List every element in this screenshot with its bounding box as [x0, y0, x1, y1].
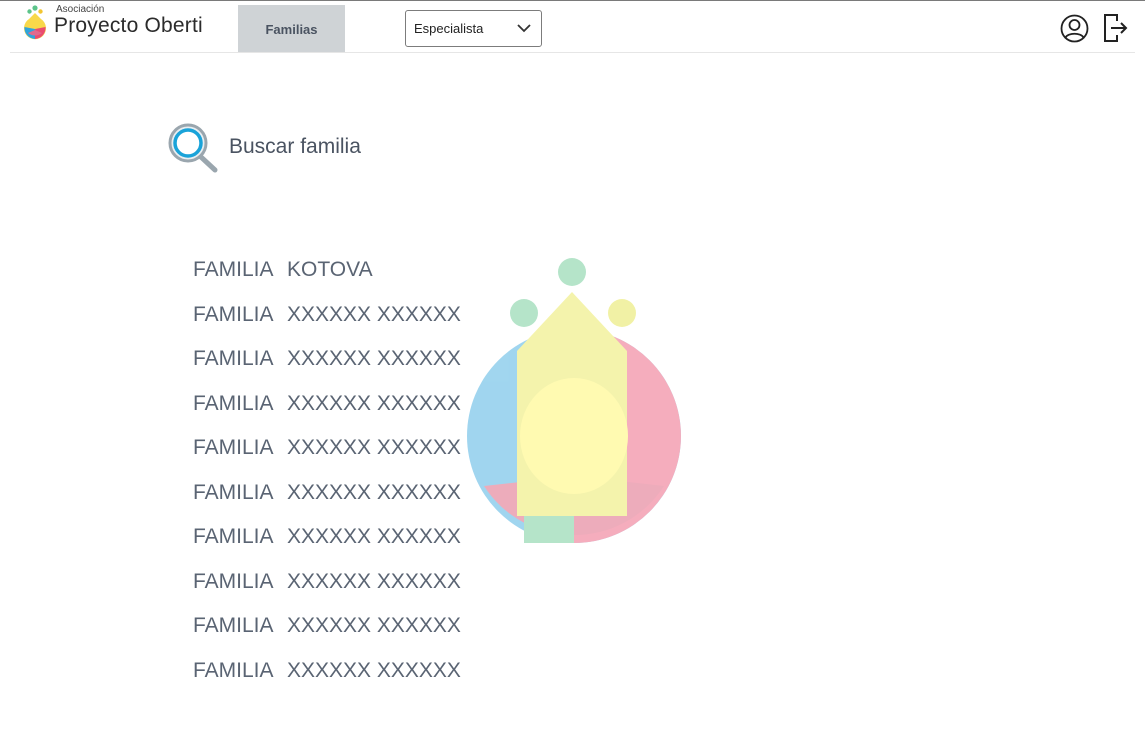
family-item[interactable]: FAMILIA XXXXXX XXXXXX — [193, 515, 461, 560]
family-name: XXXXXX XXXXXX — [287, 569, 461, 593]
family-name: XXXXXX XXXXXX — [287, 614, 461, 638]
family-prefix: FAMILIA — [193, 525, 274, 549]
header-divider — [10, 52, 1135, 53]
family-prefix: FAMILIA — [193, 258, 274, 282]
family-list: FAMILIA KOTOVA FAMILIA XXXXXX XXXXXX FAM… — [193, 248, 461, 693]
logo-title: Proyecto Oberti — [54, 14, 203, 37]
app-header: Asociación Proyecto Oberti Familias Espe… — [0, 1, 1145, 53]
search-family[interactable]: Buscar familia — [166, 120, 426, 174]
magnifier-icon — [168, 123, 218, 173]
logo-watermark-icon — [467, 258, 681, 543]
family-prefix: FAMILIA — [193, 436, 274, 460]
family-item[interactable]: FAMILIA XXXXXX XXXXXX — [193, 560, 461, 605]
logo-drop-icon — [24, 5, 47, 40]
role-select[interactable]: Especialista — [405, 10, 542, 47]
family-name: XXXXXX XXXXXX — [287, 658, 461, 682]
family-prefix: FAMILIA — [193, 347, 274, 371]
family-name: KOTOVA — [287, 258, 373, 282]
family-name: XXXXXX XXXXXX — [287, 525, 461, 549]
family-name: XXXXXX XXXXXX — [287, 347, 461, 371]
family-prefix: FAMILIA — [193, 480, 274, 504]
family-item[interactable]: FAMILIA XXXXXX XXXXXX — [193, 382, 461, 427]
family-item[interactable]: FAMILIA XXXXXX XXXXXX — [193, 649, 461, 694]
family-name: XXXXXX XXXXXX — [287, 436, 461, 460]
search-family-label: Buscar familia — [229, 135, 361, 158]
family-prefix: FAMILIA — [193, 569, 274, 593]
user-circle-icon[interactable] — [1060, 14, 1089, 43]
brand-logo[interactable]: Asociación Proyecto Oberti — [18, 3, 218, 49]
family-item[interactable]: FAMILIA XXXXXX XXXXXX — [193, 293, 461, 338]
family-item[interactable]: FAMILIA XXXXXX XXXXXX — [193, 337, 461, 382]
family-prefix: FAMILIA — [193, 614, 274, 638]
family-name: XXXXXX XXXXXX — [287, 391, 461, 415]
family-prefix: FAMILIA — [193, 658, 274, 682]
family-prefix: FAMILIA — [193, 302, 274, 326]
family-item[interactable]: FAMILIA XXXXXX XXXXXX — [193, 604, 461, 649]
family-item[interactable]: FAMILIA XXXXXX XXXXXX — [193, 471, 461, 516]
family-name: XXXXXX XXXXXX — [287, 480, 461, 504]
family-item[interactable]: FAMILIA KOTOVA — [193, 248, 461, 293]
logout-icon[interactable] — [1103, 13, 1129, 43]
chevron-down-icon — [517, 24, 531, 33]
tab-familias[interactable]: Familias — [238, 5, 345, 53]
family-prefix: FAMILIA — [193, 391, 274, 415]
family-item[interactable]: FAMILIA XXXXXX XXXXXX — [193, 426, 461, 471]
role-select-value: Especialista — [414, 21, 484, 36]
family-name: XXXXXX XXXXXX — [287, 302, 461, 326]
